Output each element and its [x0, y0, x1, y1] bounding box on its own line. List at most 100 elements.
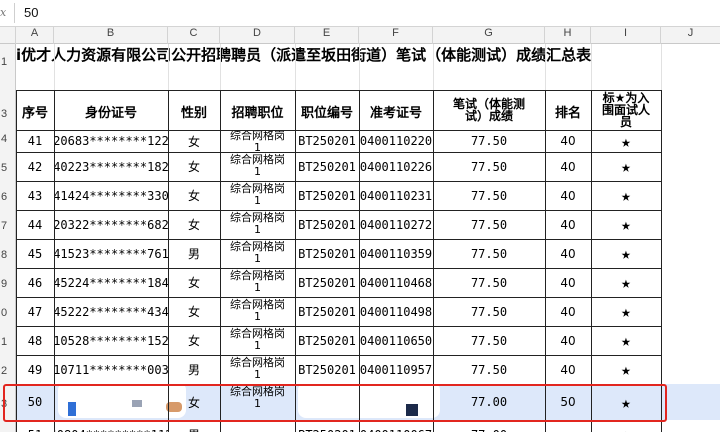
- cell-score[interactable]: 77.50: [433, 326, 545, 355]
- cell-gender[interactable]: 女: [168, 130, 220, 152]
- cell-shortlist-mark[interactable]: ★: [591, 130, 661, 152]
- row-number[interactable]: 3: [0, 108, 16, 120]
- cell-ticket-number[interactable]: 0400110359: [359, 239, 433, 268]
- cell-id-number[interactable]: 441523********7612: [54, 239, 168, 268]
- cell-ticket-number[interactable]: 0400110468: [359, 268, 433, 297]
- cell-id-number[interactable]: 441424********3305: [54, 181, 168, 210]
- cell-rank[interactable]: 40: [545, 297, 591, 326]
- select-all-corner[interactable]: [0, 27, 16, 44]
- row-number[interactable]: 7: [0, 220, 16, 232]
- cell-ticket-number[interactable]: 0400110650: [359, 326, 433, 355]
- cell-position-code[interactable]: BT250201: [295, 326, 359, 355]
- cell-position[interactable]: 综合网格岗1: [220, 239, 295, 268]
- cell-id-number[interactable]: 445222********434X: [54, 297, 168, 326]
- cell-shortlist-mark[interactable]: ★: [591, 355, 661, 384]
- cell-position-code[interactable]: BT250201: [295, 355, 359, 384]
- cell-shortlist-mark[interactable]: ★: [591, 297, 661, 326]
- cell-gender[interactable]: 女: [168, 210, 220, 239]
- cell-gender[interactable]: 女: [168, 181, 220, 210]
- column-header-c[interactable]: C: [168, 27, 220, 44]
- cell-position-code[interactable]: BT250201: [295, 210, 359, 239]
- cell-position[interactable]: 综合网格岗1: [220, 152, 295, 181]
- cell-ticket-number[interactable]: 0400110498: [359, 297, 433, 326]
- cell-id-number[interactable]: 445224********1842: [54, 268, 168, 297]
- cell-gender[interactable]: 女: [168, 268, 220, 297]
- formula-input[interactable]: 50: [18, 2, 718, 24]
- column-header-d[interactable]: D: [220, 27, 295, 44]
- cell-seq[interactable]: 46: [16, 268, 54, 297]
- cell-score[interactable]: 77.50: [433, 181, 545, 210]
- cell-position[interactable]: 综合网格岗1: [220, 355, 295, 384]
- cell-rank[interactable]: 40: [545, 181, 591, 210]
- cell-gender[interactable]: 男: [168, 239, 220, 268]
- cell-score[interactable]: 77.50: [433, 355, 545, 384]
- cell-id-number[interactable]: 220322********6820: [54, 210, 168, 239]
- column-header-j[interactable]: J: [661, 27, 720, 44]
- cell-rank[interactable]: 40: [545, 239, 591, 268]
- cell-seq[interactable]: 49: [16, 355, 54, 384]
- cell-id-number[interactable]: 420683********1227: [54, 130, 168, 152]
- column-header-h[interactable]: H: [545, 27, 591, 44]
- cell-shortlist-mark[interactable]: ★: [591, 326, 661, 355]
- cell-ticket-number[interactable]: 0400110957: [359, 355, 433, 384]
- column-header-f[interactable]: F: [359, 27, 433, 44]
- cell-score[interactable]: 77.50: [433, 152, 545, 181]
- cell-seq[interactable]: 44: [16, 210, 54, 239]
- row-number[interactable]: 5: [0, 162, 16, 174]
- cell-position-code[interactable]: BT250201: [295, 181, 359, 210]
- cell-id-number[interactable]: 410711********0036: [54, 355, 168, 384]
- cell-score[interactable]: 77.50: [433, 239, 545, 268]
- row-number[interactable]: 4: [0, 133, 16, 145]
- cell-score[interactable]: 77.50: [433, 268, 545, 297]
- cell-position[interactable]: 综合网格岗1: [220, 297, 295, 326]
- cell-id-number[interactable]: 610528********1524: [54, 326, 168, 355]
- cell-position[interactable]: 综合网格岗1: [220, 130, 295, 152]
- column-header-b[interactable]: B: [54, 27, 168, 44]
- cell-rank[interactable]: 40: [545, 355, 591, 384]
- cell-position[interactable]: 综合网格岗1: [220, 181, 295, 210]
- cell-ticket-number[interactable]: 0400110226: [359, 152, 433, 181]
- row-number[interactable]: 9: [0, 278, 16, 290]
- cell-rank[interactable]: 40: [545, 210, 591, 239]
- cell-shortlist-mark[interactable]: ★: [591, 181, 661, 210]
- cell-position-code[interactable]: BT250201: [295, 297, 359, 326]
- cell-rank[interactable]: 40: [545, 130, 591, 152]
- cell-rank[interactable]: 40: [545, 268, 591, 297]
- row-number[interactable]: 6: [0, 191, 16, 203]
- row-number[interactable]: 1: [0, 336, 16, 348]
- cell-ticket-number[interactable]: 0400110272: [359, 210, 433, 239]
- cell-seq[interactable]: 47: [16, 297, 54, 326]
- cell-gender[interactable]: 女: [168, 297, 220, 326]
- cell-shortlist-mark[interactable]: ★: [591, 268, 661, 297]
- cell-id-number[interactable]: 440223********1829: [54, 152, 168, 181]
- cell-score[interactable]: 77.50: [433, 297, 545, 326]
- cell-ticket-number[interactable]: 0400110231: [359, 181, 433, 210]
- cell-ticket-number[interactable]: 0400110220: [359, 130, 433, 152]
- row-number[interactable]: 2: [0, 365, 16, 377]
- cell-seq[interactable]: 45: [16, 239, 54, 268]
- cell-shortlist-mark[interactable]: ★: [591, 239, 661, 268]
- cell-score[interactable]: 77.50: [433, 130, 545, 152]
- column-header-a[interactable]: A: [16, 27, 54, 44]
- column-header-e[interactable]: E: [295, 27, 359, 44]
- cell-position-code[interactable]: BT250201: [295, 268, 359, 297]
- cell-seq[interactable]: 42: [16, 152, 54, 181]
- cell-gender[interactable]: 女: [168, 152, 220, 181]
- cell-position-code[interactable]: BT250201: [295, 130, 359, 152]
- cell-shortlist-mark[interactable]: ★: [591, 152, 661, 181]
- cell-position[interactable]: 综合网格岗1: [220, 210, 295, 239]
- cell-position[interactable]: 综合网格岗1: [220, 268, 295, 297]
- column-header-i[interactable]: I: [591, 27, 661, 44]
- cell-position-code[interactable]: BT250201: [295, 239, 359, 268]
- column-header-g[interactable]: G: [433, 27, 545, 44]
- cell-gender[interactable]: 男: [168, 355, 220, 384]
- cell-score[interactable]: 77.50: [433, 210, 545, 239]
- cell-seq[interactable]: 43: [16, 181, 54, 210]
- cell-position-code[interactable]: BT250201: [295, 152, 359, 181]
- cell-position[interactable]: 综合网格岗1: [220, 326, 295, 355]
- row-number[interactable]: 1: [0, 56, 16, 68]
- cell-seq[interactable]: 41: [16, 130, 54, 152]
- cell-shortlist-mark[interactable]: ★: [591, 210, 661, 239]
- row-number[interactable]: 0: [0, 307, 16, 319]
- cell-seq[interactable]: 48: [16, 326, 54, 355]
